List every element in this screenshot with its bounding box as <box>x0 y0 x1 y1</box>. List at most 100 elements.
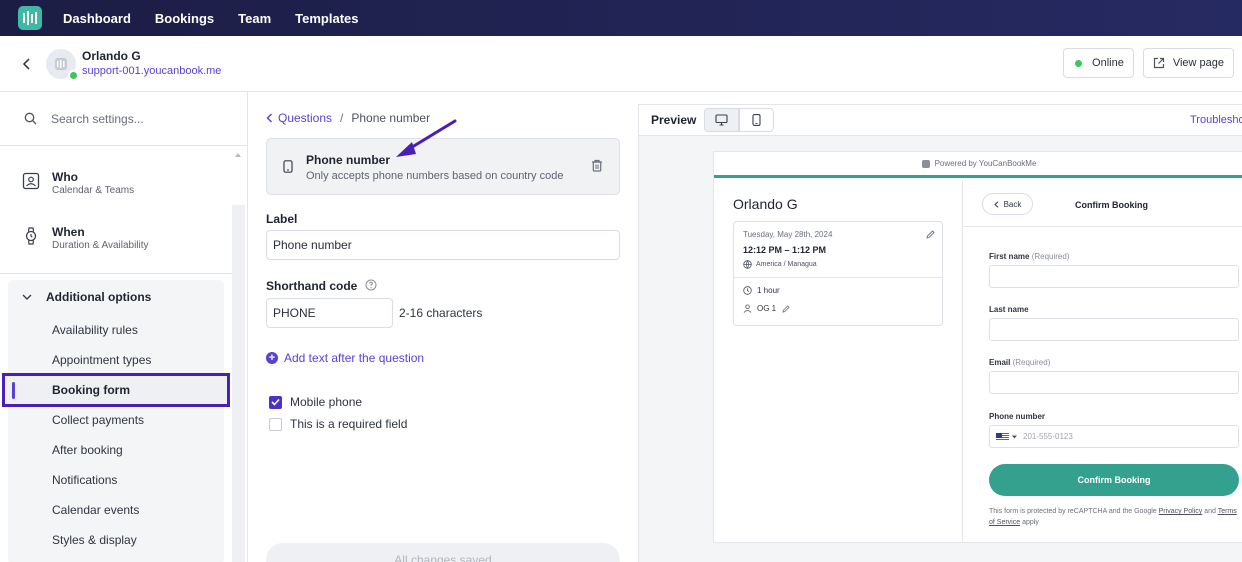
breadcrumb-separator: / <box>340 111 344 125</box>
label-heading: Label <box>266 212 298 226</box>
preview-toolbar: Preview Troublesho <box>639 105 1242 136</box>
mobile-view-button[interactable] <box>739 108 774 132</box>
sidebar-item-styles-display[interactable]: Styles & display <box>52 533 137 547</box>
online-status-button[interactable]: Online <box>1063 48 1134 78</box>
back-chevron-icon[interactable] <box>18 55 36 73</box>
label-input[interactable] <box>266 230 620 260</box>
nav-team[interactable]: Team <box>238 11 271 26</box>
add-text-after-question-button[interactable]: + Add text after the question <box>266 351 424 365</box>
phone-number-field[interactable]: 201-555-0123 <box>989 425 1239 448</box>
additional-options-toggle[interactable]: Additional options <box>22 290 151 304</box>
avatar <box>46 48 79 81</box>
sidebar-item-calendar-events[interactable]: Calendar events <box>52 503 139 517</box>
monitor-icon <box>715 114 728 126</box>
preview-pane: Preview Troublesho Powered by YouCanBook… <box>638 104 1242 562</box>
first-name-text: First name <box>989 252 1030 261</box>
view-page-label: View page <box>1172 57 1224 69</box>
shorthand-hint: 2-16 characters <box>399 306 483 320</box>
first-name-field[interactable] <box>989 265 1239 288</box>
booking-details-card: Tuesday, May 28th, 2024 12:12 PM – 1:12 … <box>733 221 943 326</box>
sidebar-item-after-booking[interactable]: After booking <box>52 443 123 457</box>
chevron-left-icon <box>266 113 272 123</box>
save-status-button: All changes saved <box>266 543 620 562</box>
chevron-left-icon <box>993 200 998 208</box>
last-name-field[interactable] <box>989 318 1239 341</box>
privacy-policy-link[interactable]: Privacy Policy <box>1159 508 1203 515</box>
email-field[interactable] <box>989 371 1239 394</box>
sidebar-item-who[interactable]: Who Calendar & Teams <box>22 170 134 198</box>
search-input[interactable] <box>51 111 221 126</box>
watch-icon <box>25 227 37 245</box>
question-title: Phone number <box>306 153 391 167</box>
scrollbar-track[interactable] <box>232 205 245 562</box>
shorthand-heading: Shorthand code <box>266 279 358 293</box>
active-indicator <box>12 382 15 399</box>
app-logo-icon[interactable] <box>18 6 42 30</box>
troubleshoot-link[interactable]: Troublesho <box>1190 114 1242 126</box>
sidebar-item-booking-form[interactable]: Booking form <box>2 373 230 407</box>
globe-icon <box>743 260 752 269</box>
person-icon <box>743 304 752 313</box>
help-circle-icon[interactable] <box>365 279 377 291</box>
sidebar-item-collect-payments[interactable]: Collect payments <box>52 413 144 427</box>
mobile-phone-checkbox[interactable]: Mobile phone <box>269 395 362 409</box>
checkbox-unchecked-icon <box>269 417 282 431</box>
shorthand-code-input[interactable] <box>266 298 393 328</box>
form-divider <box>964 226 1242 227</box>
us-flag-icon[interactable] <box>996 432 1009 441</box>
booking-page-preview: Powered by YouCanBookMe Orlando G Tuesda… <box>713 151 1242 543</box>
preview-back-button[interactable]: Back <box>982 193 1033 215</box>
sidebar-item-notifications[interactable]: Notifications <box>52 473 117 487</box>
annotation-arrow-icon <box>396 119 457 157</box>
sidebar-item-booking-form-label: Booking form <box>52 383 130 397</box>
sidebar-item-when[interactable]: When Duration & Availability <box>22 225 149 253</box>
owner-name: Orlando G <box>82 48 141 63</box>
phone-number-label: Phone number <box>989 412 1046 421</box>
mobile-icon <box>752 114 761 126</box>
nav-bookings[interactable]: Bookings <box>155 11 214 26</box>
chevron-down-icon <box>22 294 32 300</box>
edit-pencil-icon[interactable] <box>926 230 935 239</box>
legal-and: and <box>1204 508 1216 515</box>
top-nav: Dashboard Bookings Team Templates <box>0 0 1242 36</box>
card-divider <box>734 277 942 278</box>
legal-suffix: apply <box>1022 519 1039 526</box>
booking-summary-panel: Orlando G Tuesday, May 28th, 2024 12:12 … <box>714 181 963 542</box>
question-editor: Questions / Phone number Phone number On… <box>248 92 638 562</box>
booking-timezone-row: America / Managua <box>743 260 817 269</box>
booking-date: Tuesday, May 28th, 2024 <box>743 230 833 239</box>
online-dot <box>68 69 79 81</box>
mobile-phone-label: Mobile phone <box>290 395 363 409</box>
search-icon <box>24 112 37 125</box>
booking-page-link[interactable]: support-001.youcanbook.me <box>82 64 221 79</box>
desktop-view-button[interactable] <box>704 108 739 132</box>
recaptcha-notice: This form is protected by reCAPTCHA and … <box>989 506 1242 528</box>
required-tag: (Required) <box>1031 252 1070 261</box>
phone-icon <box>283 160 293 173</box>
scroll-up-arrow-icon[interactable] <box>234 151 242 159</box>
breadcrumb-questions-link[interactable]: Questions <box>278 111 332 125</box>
sidebar-item-availability-rules[interactable]: Availability rules <box>52 323 138 337</box>
booking-type-row: OG 1 <box>743 304 790 313</box>
nav-dashboard[interactable]: Dashboard <box>63 11 131 26</box>
edit-pencil-icon[interactable] <box>782 304 790 313</box>
booking-time: 12:12 PM – 1:12 PM <box>743 245 827 255</box>
user-card-icon <box>22 172 40 190</box>
preview-title: Preview <box>651 113 697 127</box>
caret-down-icon[interactable] <box>1012 435 1017 439</box>
clock-icon <box>743 286 752 295</box>
checkbox-checked-icon <box>269 395 282 409</box>
additional-options-group: Additional options Availability rules Ap… <box>8 280 224 562</box>
trash-icon[interactable] <box>591 159 603 172</box>
plus-circle-icon: + <box>266 352 278 364</box>
confirm-booking-button[interactable]: Confirm Booking <box>989 464 1239 496</box>
sidebar-item-appointment-types[interactable]: Appointment types <box>52 353 151 367</box>
required-tag: (Required) <box>1012 358 1051 367</box>
booking-type: OG 1 <box>757 304 777 313</box>
required-field-checkbox[interactable]: This is a required field <box>269 417 407 431</box>
legal-prefix: This form is protected by reCAPTCHA and … <box>989 508 1157 515</box>
search-bar <box>0 92 247 146</box>
nav-templates[interactable]: Templates <box>295 11 358 26</box>
phone-placeholder: 201-555-0123 <box>1023 432 1073 441</box>
view-page-button[interactable]: View page <box>1142 48 1234 78</box>
